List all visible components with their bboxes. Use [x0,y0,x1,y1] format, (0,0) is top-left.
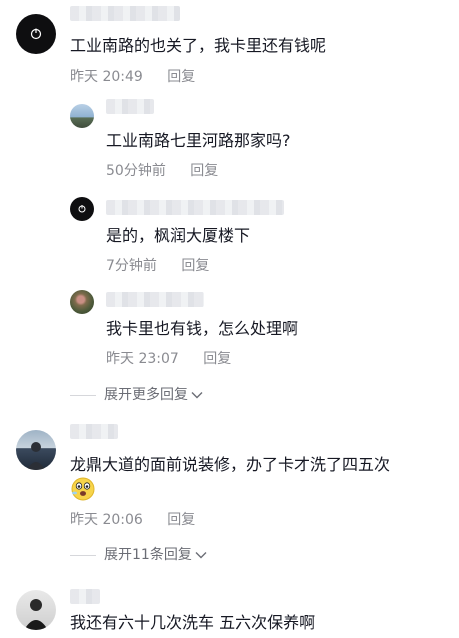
expand-label: 展开更多回复 [104,387,188,403]
comment-meta: 昨天 20:49 回复 [70,68,195,86]
person-silhouette-icon [27,442,45,470]
username-redacted [106,200,284,215]
reply-text: 是的，枫润大厦楼下 [106,226,251,245]
username-redacted [106,99,154,114]
username-redacted [70,589,100,604]
avatar[interactable] [16,430,56,470]
chevron-down-icon [191,392,203,399]
reply-button[interactable]: 回复 [190,163,218,179]
comment-text: 工业南路的也关了，我卡里还有钱呢 [70,36,327,55]
reply-button[interactable]: 回复 [167,512,195,528]
avatar[interactable] [16,14,56,54]
power-logo-icon [30,28,42,40]
reply-button[interactable]: 回复 [203,351,231,367]
expand-more-replies[interactable]: 展开更多回复 [70,386,203,404]
comment-text: 龙鼎大道的面前说装修，办了卡才洗了四五次 [70,455,391,474]
reply-text: 我卡里也有钱，怎么处理啊 [106,319,299,338]
expand-label: 展开11条回复 [104,547,192,563]
chevron-down-icon [195,552,207,559]
reply-time: 昨天 23:07 [106,351,179,367]
avatar[interactable] [70,104,94,128]
reply-time: 7分钟前 [106,258,157,274]
comment-time: 昨天 20:49 [70,69,143,85]
surprised-emoji-icon [71,477,95,501]
reply-button[interactable]: 回复 [181,258,209,274]
power-logo-icon [78,205,86,213]
divider-line [70,394,96,396]
avatar[interactable] [70,197,94,221]
expand-replies[interactable]: 展开11条回复 [70,546,207,564]
username-redacted [106,292,204,307]
comment-text: 我还有六十几次洗车 五六次保养啊 [70,613,316,632]
reply-time: 50分钟前 [106,163,166,179]
reply-button[interactable]: 回复 [167,69,195,85]
reply-meta: 7分钟前 回复 [106,257,209,275]
person-silhouette-icon [24,599,48,630]
reply-meta: 50分钟前 回复 [106,162,218,180]
avatar[interactable] [70,290,94,314]
username-redacted [70,424,118,439]
comment-meta: 昨天 20:06 回复 [70,511,195,529]
reply-meta: 昨天 23:07 回复 [106,350,231,368]
comment-time: 昨天 20:06 [70,512,143,528]
divider-line [70,554,96,556]
username-redacted [70,6,180,21]
avatar[interactable] [16,590,56,630]
reply-text: 工业南路七里河路那家吗? [106,131,291,150]
